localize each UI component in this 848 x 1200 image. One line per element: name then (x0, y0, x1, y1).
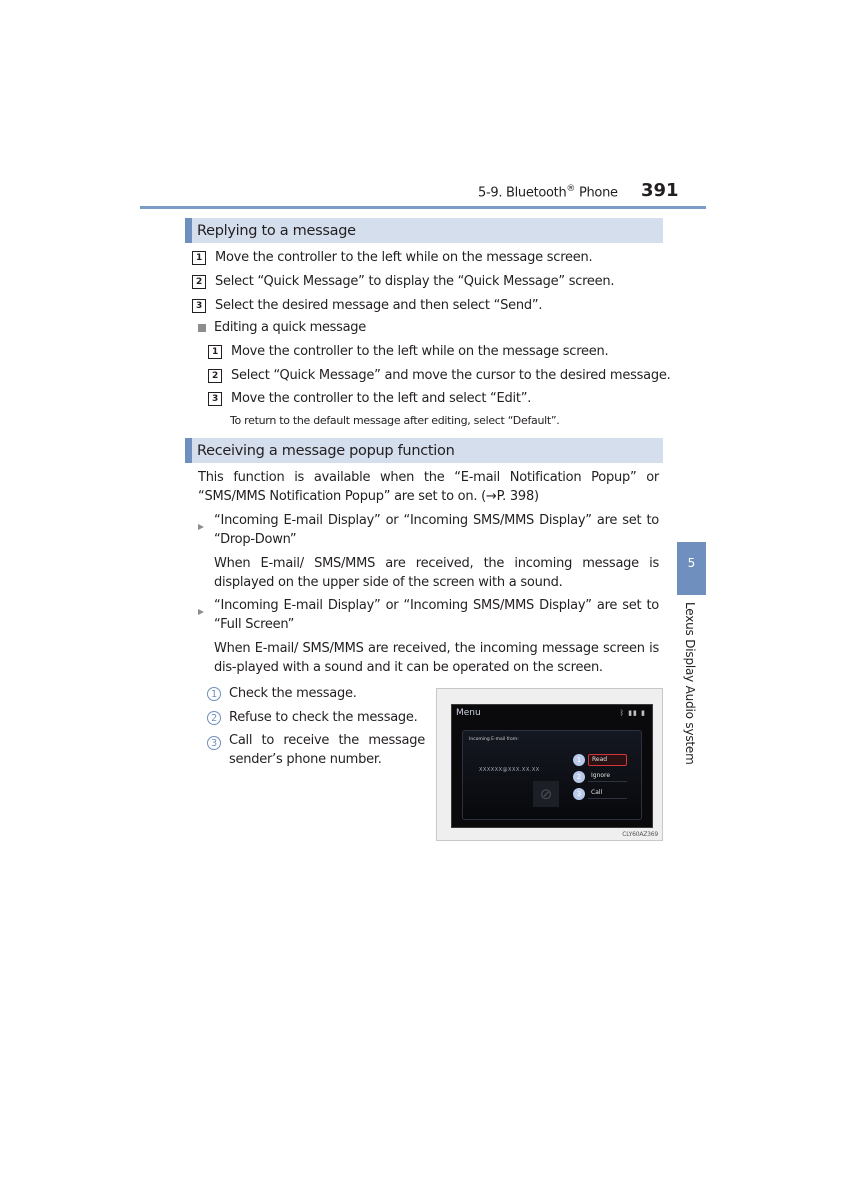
callout-1: 1 Check the message. (207, 684, 357, 703)
subsection-heading: Editing a quick message (198, 320, 366, 335)
chapter-label: Lexus Display Audio system (683, 602, 697, 765)
header-rule (140, 206, 706, 209)
step-text: Move the controller to the left and sele… (231, 391, 532, 406)
screen-figure: Menu ᛒ ▮▮ ▮ Incoming E-mail from: XXXXXX… (436, 688, 663, 841)
default-note: To return to the default message after e… (230, 414, 560, 427)
step-number: 3 (208, 391, 222, 406)
step-2: 2 Select “Quick Message” to display the “… (192, 272, 615, 291)
step-text: Move the controller to the left while on… (231, 344, 609, 359)
bullet-condition: “Incoming E-mail Display” or “Incoming S… (214, 513, 659, 547)
running-header-section: 5-9. Bluetooth® Phone (478, 184, 618, 200)
section-title: Replying to a message (197, 222, 356, 239)
button-number: 2 (573, 770, 585, 783)
step-text: Select “Quick Message” to display the “Q… (215, 274, 615, 289)
step-number: 1 (208, 344, 222, 359)
callout-text: Refuse to check the message. (229, 710, 418, 725)
incoming-email-panel: Incoming E-mail from: XXXXXX@XXX.XX.XX ⊘… (462, 730, 642, 820)
step-3: 3 Select the desired message and then sel… (192, 296, 542, 315)
step-number: 2 (208, 368, 222, 383)
subsection-title: Editing a quick message (214, 320, 366, 335)
bullet-drop-down: “Incoming E-mail Display” or “Incoming S… (198, 511, 659, 549)
step-text: Select “Quick Message” and move the curs… (231, 368, 671, 383)
header-section-text: 5-9. Bluetooth (478, 185, 567, 201)
sub-step-1: 1 Move the controller to the left while o… (208, 342, 609, 361)
header-section-suffix: Phone (575, 185, 618, 201)
button-label: Call (588, 788, 627, 799)
callout-3: 3 Call to receive the message sender’s ph… (207, 731, 425, 769)
step-number: 1 (192, 250, 206, 265)
sub-step-3: 3 Move the controller to the left and sel… (208, 389, 531, 408)
figure-code: CLY60AZ369 (622, 831, 658, 838)
square-bullet-icon (198, 323, 206, 332)
read-button[interactable]: 1 Read (573, 753, 627, 766)
callout-2: 2 Refuse to check the message. (207, 708, 418, 727)
section-heading-replying: Replying to a message (185, 218, 663, 243)
chapter-tab[interactable]: 5 (677, 542, 706, 595)
status-icons: ᛒ ▮▮ ▮ (619, 709, 646, 717)
page-number: 391 (641, 180, 679, 201)
circled-number: 1 (207, 686, 221, 701)
section-title: Receiving a message popup function (197, 442, 455, 459)
incoming-from-label: Incoming E-mail from: (469, 737, 519, 742)
intro-paragraph: This function is available when the “E-m… (198, 470, 659, 504)
triangle-bullet-icon (198, 523, 204, 530)
bullet-full-screen: “Incoming E-mail Display” or “Incoming S… (198, 596, 659, 634)
no-image-icon: ⊘ (533, 781, 559, 807)
callout-text: Call to receive the message sender’s pho… (229, 733, 425, 767)
step-1: 1 Move the controller to the left while o… (192, 248, 593, 267)
display-screen: Menu ᛒ ▮▮ ▮ Incoming E-mail from: XXXXXX… (451, 704, 653, 828)
callout-text: Check the message. (229, 686, 357, 701)
screen-menu-label: Menu (456, 708, 481, 718)
section-heading-popup: Receiving a message popup function (185, 438, 663, 463)
button-number: 3 (573, 787, 585, 800)
step-text: Select the desired message and then sele… (215, 298, 543, 313)
bullet-description: When E-mail/ SMS/MMS are received, the i… (214, 556, 659, 590)
step-text: Move the controller to the left while on… (215, 250, 593, 265)
button-label: Read (588, 753, 627, 766)
sub-step-2: 2 Select “Quick Message” and move the cur… (208, 366, 671, 385)
triangle-bullet-icon (198, 608, 204, 615)
bullet-description: When E-mail/ SMS/MMS are received, the i… (214, 641, 659, 675)
step-number: 2 (192, 274, 206, 289)
bullet-condition: “Incoming E-mail Display” or “Incoming S… (214, 598, 659, 632)
circled-number: 2 (207, 710, 221, 725)
circled-number: 3 (207, 736, 221, 750)
button-label: Ignore (588, 771, 627, 782)
ignore-button[interactable]: 2 Ignore (573, 770, 627, 783)
sender-address: XXXXXX@XXX.XX.XX (479, 767, 540, 773)
button-number: 1 (573, 753, 585, 766)
registered-mark: ® (566, 184, 576, 194)
step-number: 3 (192, 298, 206, 313)
call-button[interactable]: 3 Call (573, 787, 627, 800)
